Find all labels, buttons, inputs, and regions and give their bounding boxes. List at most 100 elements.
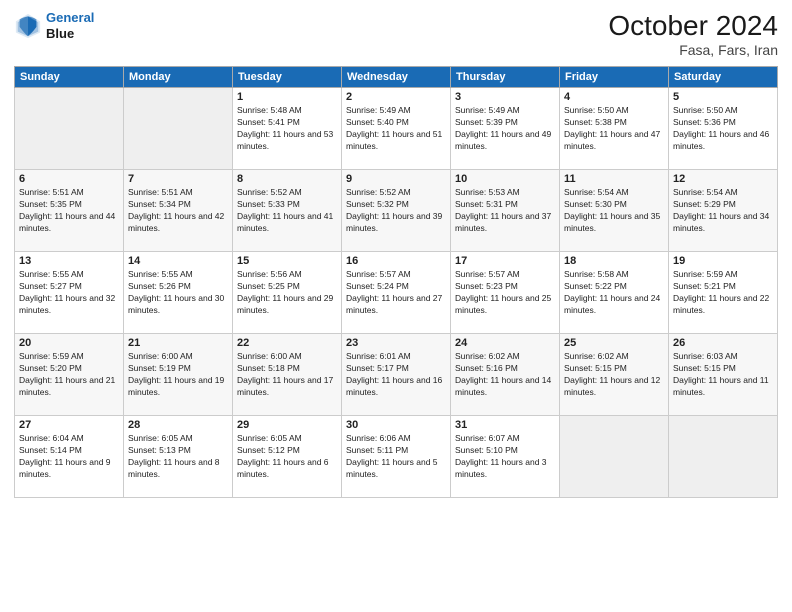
- sunset-text: Sunset: 5:40 PM: [346, 117, 446, 129]
- day-number: 20: [19, 337, 119, 349]
- day-number: 7: [128, 173, 228, 185]
- day-number: 6: [19, 173, 119, 185]
- sunrise-text: Sunrise: 5:52 AM: [237, 187, 337, 199]
- day-info: Sunrise: 5:54 AMSunset: 5:30 PMDaylight:…: [564, 187, 664, 235]
- calendar-cell: 14Sunrise: 5:55 AMSunset: 5:26 PMDayligh…: [124, 252, 233, 334]
- logo-text: General Blue: [46, 10, 94, 41]
- day-info: Sunrise: 6:04 AMSunset: 5:14 PMDaylight:…: [19, 433, 119, 481]
- sunrise-text: Sunrise: 5:50 AM: [564, 105, 664, 117]
- logo: General Blue: [14, 10, 94, 41]
- sunrise-text: Sunrise: 6:05 AM: [128, 433, 228, 445]
- day-info: Sunrise: 5:57 AMSunset: 5:24 PMDaylight:…: [346, 269, 446, 317]
- day-number: 8: [237, 173, 337, 185]
- calendar-week-4: 20Sunrise: 5:59 AMSunset: 5:20 PMDayligh…: [15, 334, 778, 416]
- day-info: Sunrise: 6:01 AMSunset: 5:17 PMDaylight:…: [346, 351, 446, 399]
- sunset-text: Sunset: 5:22 PM: [564, 281, 664, 293]
- sunset-text: Sunset: 5:13 PM: [128, 445, 228, 457]
- daylight-text: Daylight: 11 hours and 30 minutes.: [128, 293, 228, 317]
- daylight-text: Daylight: 11 hours and 6 minutes.: [237, 457, 337, 481]
- day-number: 5: [673, 91, 773, 103]
- daylight-text: Daylight: 11 hours and 34 minutes.: [673, 211, 773, 235]
- sunset-text: Sunset: 5:29 PM: [673, 199, 773, 211]
- calendar-cell: 20Sunrise: 5:59 AMSunset: 5:20 PMDayligh…: [15, 334, 124, 416]
- day-info: Sunrise: 5:52 AMSunset: 5:32 PMDaylight:…: [346, 187, 446, 235]
- calendar-cell: 12Sunrise: 5:54 AMSunset: 5:29 PMDayligh…: [669, 170, 778, 252]
- day-number: 2: [346, 91, 446, 103]
- logo-line1: General: [46, 10, 94, 25]
- sunset-text: Sunset: 5:17 PM: [346, 363, 446, 375]
- calendar-cell: 1Sunrise: 5:48 AMSunset: 5:41 PMDaylight…: [233, 88, 342, 170]
- daylight-text: Daylight: 11 hours and 53 minutes.: [237, 129, 337, 153]
- calendar-cell: 17Sunrise: 5:57 AMSunset: 5:23 PMDayligh…: [451, 252, 560, 334]
- header: General Blue October 2024 Fasa, Fars, Ir…: [14, 10, 778, 58]
- sunset-text: Sunset: 5:25 PM: [237, 281, 337, 293]
- sunrise-text: Sunrise: 5:51 AM: [128, 187, 228, 199]
- calendar-cell: 11 Sunrise: 5:54 AMSunset: 5:30 PMDayligh…: [560, 170, 669, 252]
- sunset-text: Sunset: 5:18 PM: [237, 363, 337, 375]
- col-wednesday: Wednesday: [342, 67, 451, 88]
- calendar-cell: [15, 88, 124, 170]
- sunset-text: Sunset: 5:31 PM: [455, 199, 555, 211]
- calendar-cell: 13 Sunrise: 5:55 AMSunset: 5:27 PMDayligh…: [15, 252, 124, 334]
- day-info: Sunrise: 6:02 AMSunset: 5:15 PMDaylight:…: [564, 351, 664, 399]
- day-number: 22: [237, 337, 337, 349]
- day-info: Sunrise: 5:50 AMSunset: 5:38 PMDaylight:…: [564, 105, 664, 153]
- daylight-text: Daylight: 11 hours and 21 minutes.: [19, 375, 119, 399]
- calendar-cell: 31Sunrise: 6:07 AMSunset: 5:10 PMDayligh…: [451, 416, 560, 498]
- sunset-text: Sunset: 5:32 PM: [346, 199, 446, 211]
- sunrise-text: Sunrise: 5:50 AM: [673, 105, 773, 117]
- sunset-text: Sunset: 5:23 PM: [455, 281, 555, 293]
- location-title: Fasa, Fars, Iran: [608, 42, 778, 58]
- sunrise-text: Sunrise: 5:48 AM: [237, 105, 337, 117]
- sunset-text: Sunset: 5:21 PM: [673, 281, 773, 293]
- title-block: October 2024 Fasa, Fars, Iran: [608, 10, 778, 58]
- day-number: 1: [237, 91, 337, 103]
- sunrise-text: Sunrise: 5:51 AM: [19, 187, 119, 199]
- day-info: Sunrise: 6:00 AMSunset: 5:19 PMDaylight:…: [128, 351, 228, 399]
- day-number: 11: [564, 173, 664, 185]
- calendar-cell: 27 Sunrise: 6:04 AMSunset: 5:14 PMDayligh…: [15, 416, 124, 498]
- sunrise-text: Sunrise: 5:54 AM: [673, 187, 773, 199]
- calendar-cell: 29Sunrise: 6:05 AMSunset: 5:12 PMDayligh…: [233, 416, 342, 498]
- sunset-text: Sunset: 5:11 PM: [346, 445, 446, 457]
- calendar-week-5: 27 Sunrise: 6:04 AMSunset: 5:14 PMDayligh…: [15, 416, 778, 498]
- sunrise-text: Sunrise: 6:00 AM: [237, 351, 337, 363]
- day-number: 10: [455, 173, 555, 185]
- daylight-text: Daylight: 11 hours and 16 minutes.: [346, 375, 446, 399]
- day-info: Sunrise: 6:05 AMSunset: 5:13 PMDaylight:…: [128, 433, 228, 481]
- day-number: 14: [128, 255, 228, 267]
- day-info: Sunrise: 5:54 AMSunset: 5:29 PMDaylight:…: [673, 187, 773, 235]
- calendar-cell: 5Sunrise: 5:50 AMSunset: 5:36 PMDaylight…: [669, 88, 778, 170]
- calendar-cell: 4Sunrise: 5:50 AMSunset: 5:38 PMDaylight…: [560, 88, 669, 170]
- calendar-table: Sunday Monday Tuesday Wednesday Thursday…: [14, 66, 778, 498]
- calendar-cell: 26 Sunrise: 6:03 AMSunset: 5:15 PMDayligh…: [669, 334, 778, 416]
- daylight-text: Daylight: 11 hours and 5 minutes.: [346, 457, 446, 481]
- day-info: Sunrise: 5:58 AMSunset: 5:22 PMDaylight:…: [564, 269, 664, 317]
- daylight-text: Daylight: 11 hours and 17 minutes.: [237, 375, 337, 399]
- calendar-cell: 9Sunrise: 5:52 AMSunset: 5:32 PMDaylight…: [342, 170, 451, 252]
- calendar-cell: 30Sunrise: 6:06 AMSunset: 5:11 PMDayligh…: [342, 416, 451, 498]
- day-info: Sunrise: 5:51 AMSunset: 5:34 PMDaylight:…: [128, 187, 228, 235]
- day-number: 26: [673, 337, 773, 349]
- day-info: Sunrise: 6:03 AMSunset: 5:15 PMDaylight:…: [673, 351, 773, 399]
- day-info: Sunrise: 5:55 AMSunset: 5:27 PMDaylight:…: [19, 269, 119, 317]
- daylight-text: Daylight: 11 hours and 51 minutes.: [346, 129, 446, 153]
- daylight-text: Daylight: 11 hours and 42 minutes.: [128, 211, 228, 235]
- calendar-cell: 28Sunrise: 6:05 AMSunset: 5:13 PMDayligh…: [124, 416, 233, 498]
- daylight-text: Daylight: 11 hours and 9 minutes.: [19, 457, 119, 481]
- day-info: Sunrise: 5:49 AMSunset: 5:40 PMDaylight:…: [346, 105, 446, 153]
- daylight-text: Daylight: 11 hours and 32 minutes.: [19, 293, 119, 317]
- daylight-text: Daylight: 11 hours and 24 minutes.: [564, 293, 664, 317]
- sunset-text: Sunset: 5:24 PM: [346, 281, 446, 293]
- daylight-text: Daylight: 11 hours and 37 minutes.: [455, 211, 555, 235]
- col-saturday: Saturday: [669, 67, 778, 88]
- calendar-cell: 23Sunrise: 6:01 AMSunset: 5:17 PMDayligh…: [342, 334, 451, 416]
- sunrise-text: Sunrise: 6:04 AM: [19, 433, 119, 445]
- sunset-text: Sunset: 5:12 PM: [237, 445, 337, 457]
- col-tuesday: Tuesday: [233, 67, 342, 88]
- day-number: 13: [19, 255, 119, 267]
- day-number: 27: [19, 419, 119, 431]
- sunrise-text: Sunrise: 5:58 AM: [564, 269, 664, 281]
- sunrise-text: Sunrise: 6:02 AM: [564, 351, 664, 363]
- calendar-cell: 19Sunrise: 5:59 AMSunset: 5:21 PMDayligh…: [669, 252, 778, 334]
